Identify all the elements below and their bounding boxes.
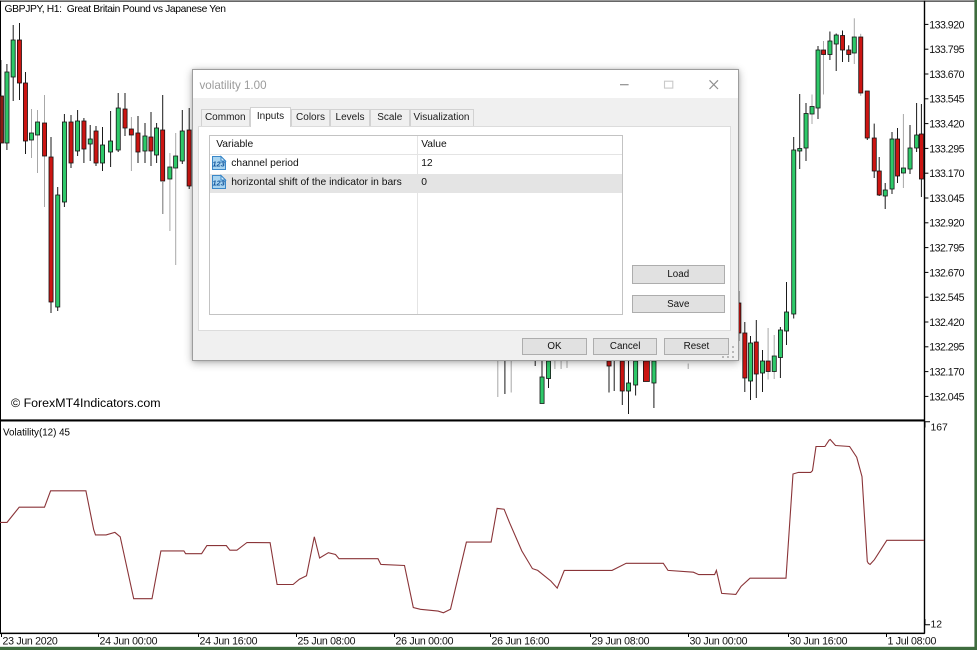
svg-text:25 Jun 08:00: 25 Jun 08:00 <box>298 636 356 648</box>
svg-text:Volatility(12) 45: Volatility(12) 45 <box>3 428 71 439</box>
svg-text:12: 12 <box>931 620 943 631</box>
svg-text:133.670: 133.670 <box>929 69 964 81</box>
svg-text:30 Jun 16:00: 30 Jun 16:00 <box>790 636 848 648</box>
svg-text:132.920: 132.920 <box>929 218 964 230</box>
svg-text:132.170: 132.170 <box>929 367 964 379</box>
svg-text:29 Jun 08:00: 29 Jun 08:00 <box>592 636 650 648</box>
svg-text:30 Jun 00:00: 30 Jun 00:00 <box>690 636 748 648</box>
svg-text:167: 167 <box>931 422 949 433</box>
svg-text:GBPJPY, H1: Great Britain Pou: GBPJPY, H1: Great Britain Pound vs Japan… <box>5 4 227 15</box>
svg-text:133.920: 133.920 <box>929 19 964 31</box>
svg-text:132.045: 132.045 <box>929 391 964 403</box>
svg-text:24 Jun 00:00: 24 Jun 00:00 <box>100 636 158 648</box>
svg-text:© ForexMT4Indicators.com: © ForexMT4Indicators.com <box>11 396 161 410</box>
svg-text:26 Jun 00:00: 26 Jun 00:00 <box>396 636 454 648</box>
svg-text:132.795: 132.795 <box>929 243 964 255</box>
svg-text:132.295: 132.295 <box>929 342 964 354</box>
svg-text:123: 123 <box>213 160 226 169</box>
svg-text:133.170: 133.170 <box>929 168 964 180</box>
svg-text:1 Jul 08:00: 1 Jul 08:00 <box>888 636 937 648</box>
svg-text:132.670: 132.670 <box>929 267 964 279</box>
svg-text:133.420: 133.420 <box>929 119 964 131</box>
svg-text:132.420: 132.420 <box>929 317 964 329</box>
svg-text:133.045: 133.045 <box>929 193 964 205</box>
svg-text:133.295: 133.295 <box>929 143 964 155</box>
svg-text:132.545: 132.545 <box>929 292 964 304</box>
svg-text:24 Jun 16:00: 24 Jun 16:00 <box>200 636 258 648</box>
svg-text:23 Jun 2020: 23 Jun 2020 <box>3 636 58 648</box>
svg-text:133.545: 133.545 <box>929 94 964 106</box>
svg-text:123: 123 <box>213 179 226 188</box>
svg-text:26 Jun 16:00: 26 Jun 16:00 <box>492 636 550 648</box>
svg-text:133.795: 133.795 <box>929 44 964 56</box>
